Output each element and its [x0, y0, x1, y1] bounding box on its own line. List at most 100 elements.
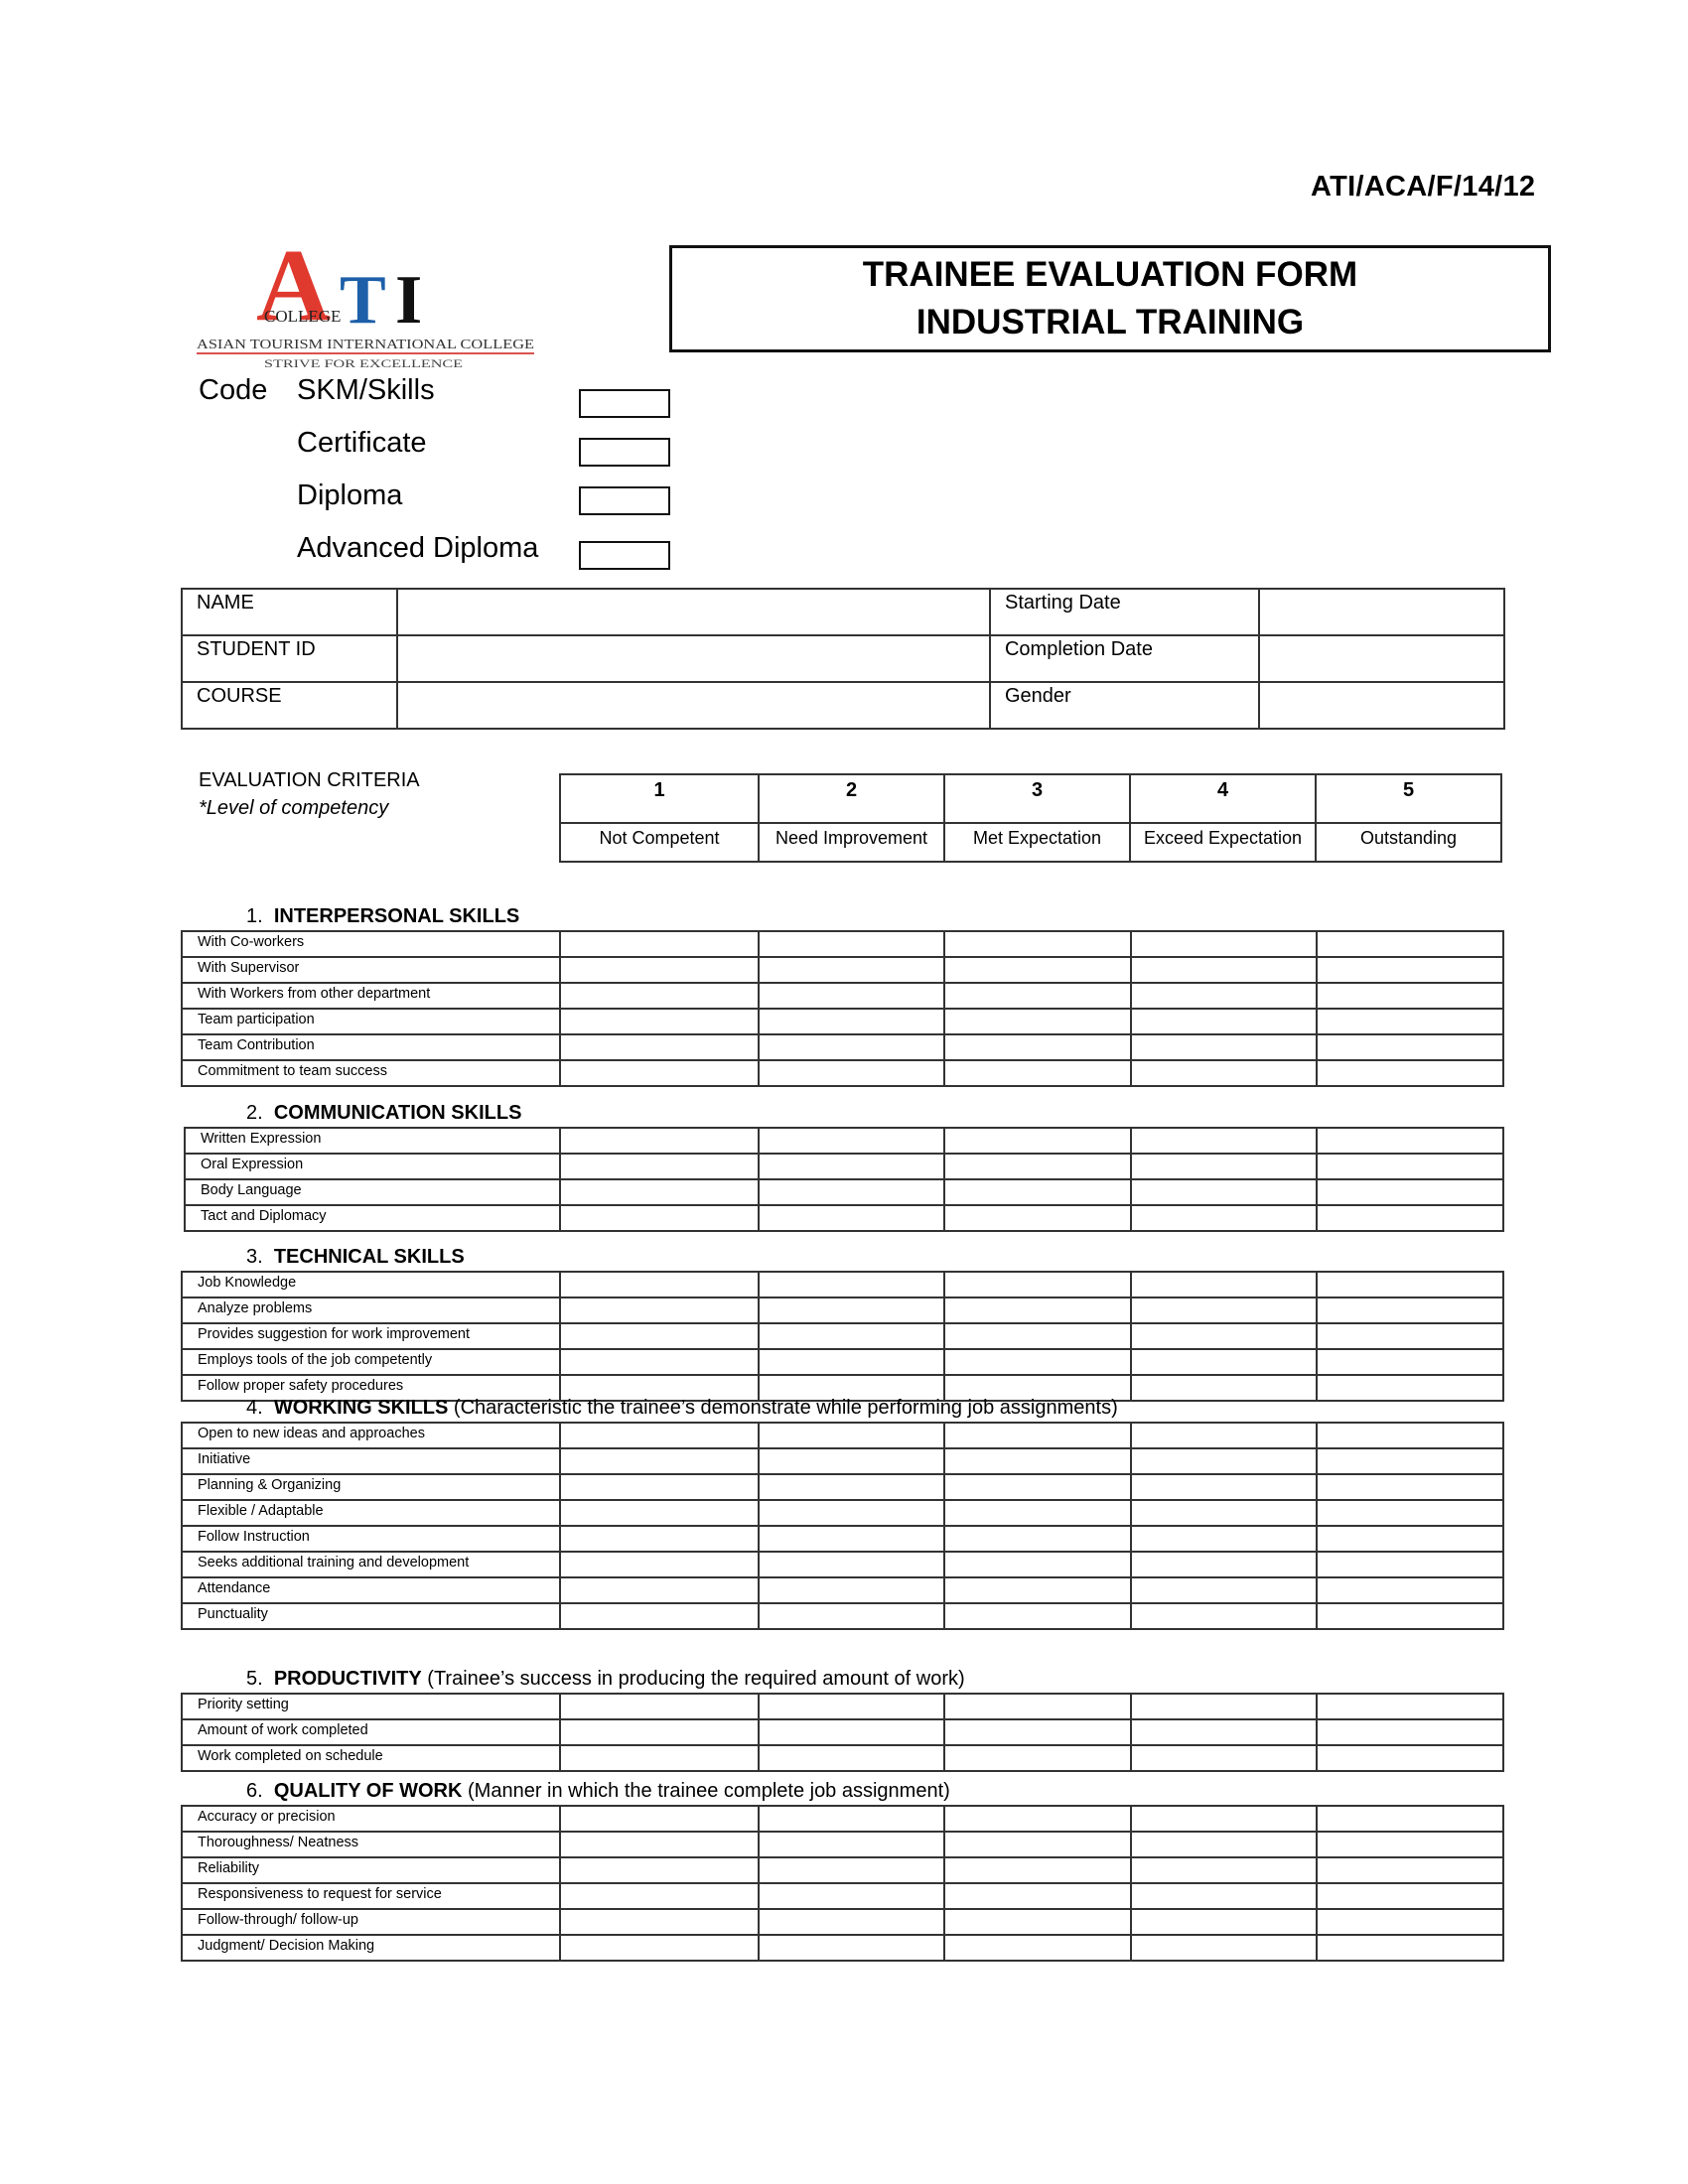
rating-cell-5[interactable]: [1316, 1718, 1504, 1746]
rating-cell-2[interactable]: [758, 1153, 945, 1180]
rating-cell-3[interactable]: [943, 1576, 1132, 1604]
rating-cell-2[interactable]: [758, 1297, 945, 1324]
rating-cell-3[interactable]: [943, 1178, 1132, 1206]
rating-cell-5[interactable]: [1316, 1059, 1504, 1087]
rating-cell-1[interactable]: [559, 1008, 760, 1035]
rating-cell-4[interactable]: [1130, 1602, 1318, 1630]
rating-cell-1[interactable]: [559, 1204, 760, 1232]
rating-cell-1[interactable]: [559, 1422, 760, 1449]
rating-cell-4[interactable]: [1130, 1499, 1318, 1527]
rating-cell-2[interactable]: [758, 956, 945, 984]
rating-cell-1[interactable]: [559, 1348, 760, 1376]
rating-cell-4[interactable]: [1130, 1473, 1318, 1501]
rating-cell-1[interactable]: [559, 1322, 760, 1350]
rating-cell-4[interactable]: [1130, 1856, 1318, 1884]
course-field[interactable]: [396, 681, 991, 730]
rating-cell-4[interactable]: [1130, 1805, 1318, 1833]
rating-cell-3[interactable]: [943, 1473, 1132, 1501]
rating-cell-4[interactable]: [1130, 956, 1318, 984]
rating-cell-5[interactable]: [1316, 930, 1504, 958]
rating-cell-1[interactable]: [559, 1602, 760, 1630]
rating-cell-2[interactable]: [758, 1059, 945, 1087]
rating-cell-3[interactable]: [943, 1934, 1132, 1962]
rating-cell-1[interactable]: [559, 1693, 760, 1720]
rating-cell-4[interactable]: [1130, 1831, 1318, 1858]
rating-cell-4[interactable]: [1130, 1576, 1318, 1604]
rating-cell-5[interactable]: [1316, 1602, 1504, 1630]
rating-cell-5[interactable]: [1316, 1271, 1504, 1298]
rating-cell-2[interactable]: [758, 982, 945, 1010]
rating-cell-5[interactable]: [1316, 1127, 1504, 1155]
rating-cell-4[interactable]: [1130, 1525, 1318, 1553]
rating-cell-3[interactable]: [943, 1271, 1132, 1298]
rating-cell-2[interactable]: [758, 1422, 945, 1449]
rating-cell-3[interactable]: [943, 1204, 1132, 1232]
rating-cell-3[interactable]: [943, 1856, 1132, 1884]
rating-cell-4[interactable]: [1130, 1153, 1318, 1180]
rating-cell-1[interactable]: [559, 1059, 760, 1087]
rating-cell-4[interactable]: [1130, 1447, 1318, 1475]
rating-cell-4[interactable]: [1130, 1744, 1318, 1772]
rating-cell-5[interactable]: [1316, 1805, 1504, 1833]
rating-cell-2[interactable]: [758, 1473, 945, 1501]
rating-cell-2[interactable]: [758, 1525, 945, 1553]
rating-cell-2[interactable]: [758, 1178, 945, 1206]
rating-cell-3[interactable]: [943, 1422, 1132, 1449]
rating-cell-2[interactable]: [758, 1127, 945, 1155]
rating-cell-5[interactable]: [1316, 1856, 1504, 1884]
rating-cell-2[interactable]: [758, 1934, 945, 1962]
rating-cell-5[interactable]: [1316, 1178, 1504, 1206]
rating-cell-4[interactable]: [1130, 930, 1318, 958]
rating-cell-4[interactable]: [1130, 982, 1318, 1010]
rating-cell-3[interactable]: [943, 1033, 1132, 1061]
rating-cell-5[interactable]: [1316, 1744, 1504, 1772]
rating-cell-1[interactable]: [559, 1473, 760, 1501]
rating-cell-2[interactable]: [758, 1693, 945, 1720]
rating-cell-5[interactable]: [1316, 1473, 1504, 1501]
rating-cell-3[interactable]: [943, 1059, 1132, 1087]
rating-cell-5[interactable]: [1316, 1008, 1504, 1035]
rating-cell-4[interactable]: [1130, 1127, 1318, 1155]
name-field[interactable]: [396, 588, 991, 636]
rating-cell-3[interactable]: [943, 1718, 1132, 1746]
rating-cell-1[interactable]: [559, 1499, 760, 1527]
rating-cell-4[interactable]: [1130, 1882, 1318, 1910]
rating-cell-4[interactable]: [1130, 1178, 1318, 1206]
rating-cell-4[interactable]: [1130, 1348, 1318, 1376]
rating-cell-4[interactable]: [1130, 1908, 1318, 1936]
rating-cell-1[interactable]: [559, 982, 760, 1010]
rating-cell-3[interactable]: [943, 1127, 1132, 1155]
rating-cell-3[interactable]: [943, 1297, 1132, 1324]
rating-cell-4[interactable]: [1130, 1551, 1318, 1578]
rating-cell-3[interactable]: [943, 956, 1132, 984]
rating-cell-2[interactable]: [758, 1744, 945, 1772]
rating-cell-3[interactable]: [943, 1153, 1132, 1180]
rating-cell-5[interactable]: [1316, 1348, 1504, 1376]
rating-cell-2[interactable]: [758, 1204, 945, 1232]
program-checkbox-advanced-diploma[interactable]: [579, 541, 670, 570]
rating-cell-2[interactable]: [758, 1499, 945, 1527]
rating-cell-1[interactable]: [559, 1178, 760, 1206]
rating-cell-1[interactable]: [559, 1551, 760, 1578]
rating-cell-1[interactable]: [559, 1447, 760, 1475]
rating-cell-4[interactable]: [1130, 1718, 1318, 1746]
program-checkbox-diploma[interactable]: [579, 486, 670, 515]
rating-cell-1[interactable]: [559, 956, 760, 984]
rating-cell-1[interactable]: [559, 1271, 760, 1298]
rating-cell-5[interactable]: [1316, 1882, 1504, 1910]
rating-cell-5[interactable]: [1316, 956, 1504, 984]
rating-cell-3[interactable]: [943, 1447, 1132, 1475]
rating-cell-3[interactable]: [943, 1348, 1132, 1376]
gender-field[interactable]: [1258, 681, 1505, 730]
rating-cell-5[interactable]: [1316, 1153, 1504, 1180]
rating-cell-2[interactable]: [758, 1033, 945, 1061]
rating-cell-1[interactable]: [559, 1576, 760, 1604]
student-id-field[interactable]: [396, 634, 991, 683]
starting-date-field[interactable]: [1258, 588, 1505, 636]
rating-cell-2[interactable]: [758, 1831, 945, 1858]
rating-cell-2[interactable]: [758, 1602, 945, 1630]
rating-cell-1[interactable]: [559, 1856, 760, 1884]
rating-cell-4[interactable]: [1130, 1297, 1318, 1324]
rating-cell-3[interactable]: [943, 930, 1132, 958]
rating-cell-5[interactable]: [1316, 1525, 1504, 1553]
